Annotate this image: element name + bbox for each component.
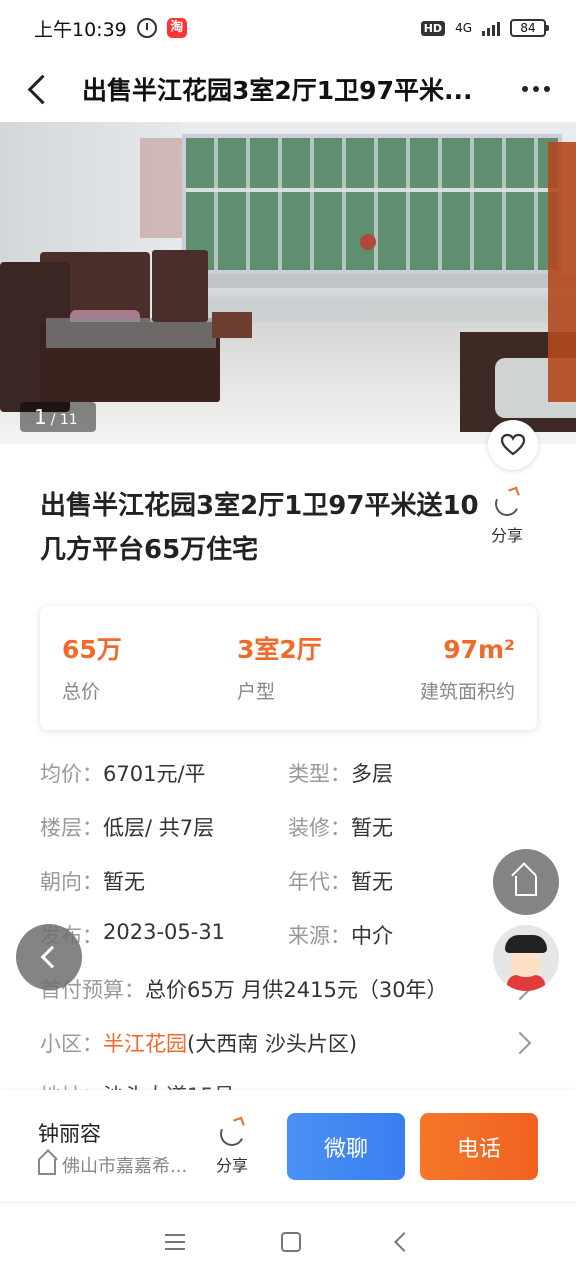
home-float-button[interactable] <box>493 849 559 915</box>
agent-name[interactable]: 钟丽容 <box>38 1118 101 1148</box>
assistant-avatar-button[interactable] <box>493 925 559 991</box>
photo-counter: 1 / 11 <box>20 402 96 432</box>
agent-share-button[interactable]: 分享 <box>210 1118 254 1176</box>
detail-value: 低层/ 共7层 <box>103 816 215 840</box>
chat-button[interactable]: 微聊 <box>287 1113 405 1180</box>
photo-current: 1 <box>34 405 47 429</box>
photo-total: / 11 <box>50 412 78 428</box>
share-label: 分享 <box>215 1156 248 1175</box>
share-icon <box>216 1118 248 1150</box>
key-fact-layout: 3室2厅 户型 <box>237 634 322 703</box>
detail-value: 2023-05-31 <box>103 920 226 944</box>
community-label: 小区： <box>40 1032 103 1056</box>
alarm-icon <box>136 18 157 38</box>
taobao-app-icon: 淘 <box>166 18 187 38</box>
down-payment-value: 总价65万 月供2415元（30年） <box>145 978 448 1002</box>
detail-label: 来源： <box>288 924 351 948</box>
detail-value: 6701元/平 <box>103 762 206 786</box>
menu-icon[interactable] <box>165 1233 185 1250</box>
signal-icon <box>482 20 500 36</box>
key-facts-card: 65万 总价 3室2厅 户型 97m² 建筑面积约 <box>40 606 537 730</box>
detail-label: 装修： <box>288 816 351 840</box>
detail-label: 年代： <box>288 870 351 894</box>
more-options-icon[interactable] <box>516 69 556 109</box>
favorite-button[interactable] <box>488 420 538 470</box>
share-button[interactable]: 分享 <box>484 488 530 546</box>
hd-icon: HD <box>420 20 446 36</box>
listing-photo[interactable] <box>0 122 576 444</box>
detail-value: 中介 <box>351 924 393 948</box>
top-nav: 出售半江花园3室2厅1卫97平米... <box>0 56 576 122</box>
community-area: (大西南 沙头片区) <box>187 1032 358 1056</box>
detail-row: 发布：2023-05-31 来源：中介 <box>40 908 540 962</box>
shop-icon <box>38 1159 56 1175</box>
back-icon[interactable] <box>20 69 60 109</box>
battery-icon: 84 <box>510 19 549 37</box>
detail-label: 均价： <box>40 762 103 786</box>
key-fact-price: 65万 总价 <box>62 634 122 703</box>
call-button[interactable]: 电话 <box>420 1113 538 1180</box>
agent-company-name: 佛山市嘉嘉希... <box>62 1156 188 1177</box>
system-nav-bar <box>0 1202 576 1280</box>
detail-value: 暂无 <box>351 816 393 840</box>
detail-row: 楼层： 低层/ 共7层 装修： 暂无 <box>40 800 540 854</box>
heart-icon <box>500 433 526 456</box>
detail-label: 朝向： <box>40 870 103 894</box>
community-name[interactable]: 半江花园 <box>103 1032 187 1056</box>
down-payment-row[interactable]: 首付预算： 总价65万 月供2415元（30年） <box>40 962 536 1016</box>
detail-value: 多层 <box>351 762 393 786</box>
detail-value: 暂无 <box>103 870 145 894</box>
key-fact-area: 97m² 建筑面积约 <box>419 634 515 703</box>
community-row[interactable]: 小区： 半江花园(大西南 沙头片区) <box>40 1016 536 1070</box>
home-square-icon[interactable] <box>281 1231 301 1252</box>
share-icon <box>491 488 523 520</box>
share-label: 分享 <box>490 526 523 545</box>
back-float-button[interactable] <box>16 924 82 990</box>
nav-title: 出售半江花园3室2厅1卫97平米... <box>82 76 473 105</box>
chevron-left-icon <box>40 945 64 969</box>
detail-row: 朝向： 暂无 年代： 暂无 <box>40 854 540 908</box>
detail-label: 楼层： <box>40 816 103 840</box>
listing-details: 均价： 6701元/平 类型： 多层 楼层： 低层/ 共7层 装修： 暂无 朝向： 暂无 … <box>40 746 540 1110</box>
status-bar: 上午10:39 淘 HD 4G 84 <box>0 0 576 56</box>
bottom-action-bar: 钟丽容 佛山市嘉嘉希... 分享 微聊 电话 <box>0 1090 576 1202</box>
detail-label: 类型： <box>288 762 351 786</box>
agent-company[interactable]: 佛山市嘉嘉希... <box>38 1152 187 1178</box>
network-type: 4G <box>455 21 472 35</box>
listing-title: 出售半江花园3室2厅1卫97平米送10几方平台65万住宅 <box>40 491 479 565</box>
detail-row: 均价： 6701元/平 类型： 多层 <box>40 746 540 800</box>
detail-value: 暂无 <box>351 870 393 894</box>
back-triangle-icon[interactable] <box>394 1231 414 1252</box>
home-icon <box>515 876 537 896</box>
status-time: 上午10:39 <box>34 18 127 41</box>
chevron-right-icon <box>508 1031 532 1055</box>
